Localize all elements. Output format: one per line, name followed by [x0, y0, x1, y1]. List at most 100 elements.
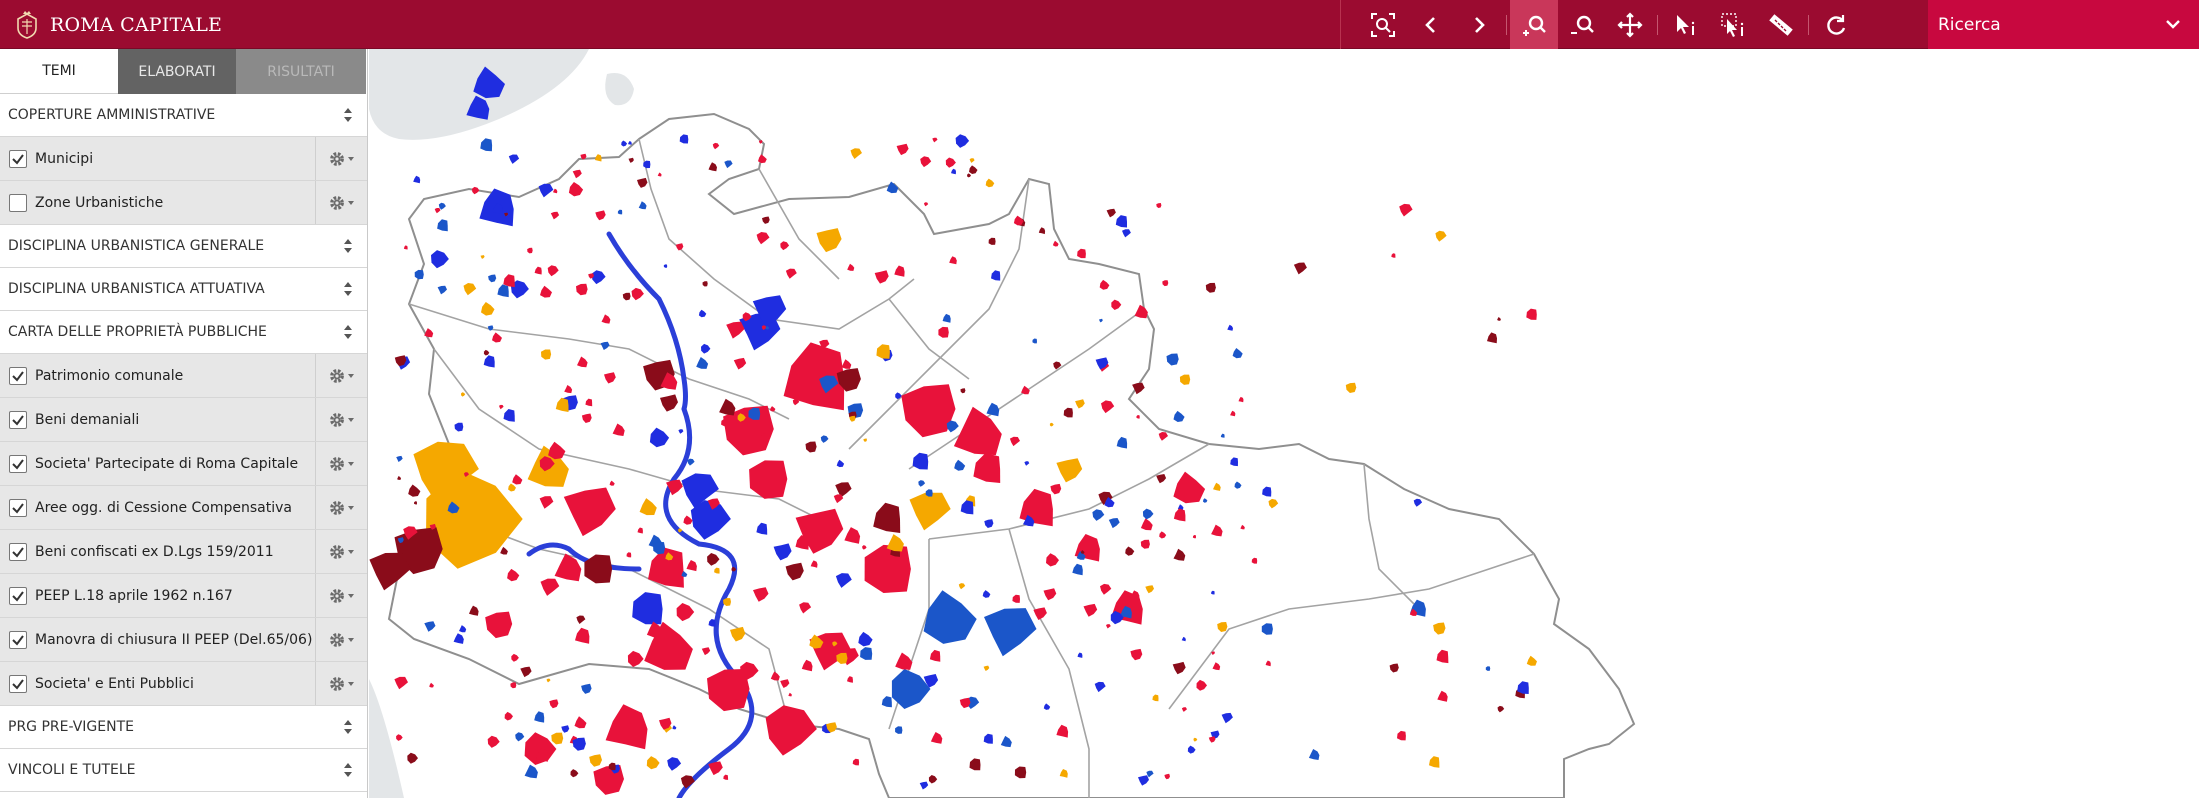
property-parcel[interactable] [955, 134, 970, 148]
property-parcel[interactable] [407, 752, 418, 764]
zoom-out-button[interactable] [1558, 0, 1606, 49]
property-parcel[interactable] [1179, 374, 1191, 385]
map-svg[interactable] [369, 49, 2199, 798]
property-parcel[interactable] [852, 758, 860, 766]
property-parcel[interactable] [581, 683, 592, 694]
property-parcel[interactable] [396, 455, 403, 462]
zoom-in-button[interactable] [1510, 0, 1558, 49]
layer-checkbox[interactable] [9, 410, 27, 429]
property-parcel[interactable] [667, 757, 682, 771]
layer-checkbox[interactable] [9, 366, 27, 385]
layer-settings-button[interactable] [315, 398, 367, 441]
property-parcel[interactable] [896, 143, 909, 156]
property-parcel[interactable] [414, 501, 417, 505]
layer-settings-button[interactable] [315, 574, 367, 617]
section-disciplina-attuativa[interactable]: DISCIPLINA URBANISTICA ATTUATIVA [0, 268, 367, 311]
section-vincoli-tutele[interactable]: VINCOLI E TUTELE [0, 749, 367, 792]
brand[interactable]: ROMA CAPITALE [14, 8, 222, 41]
layer-checkbox[interactable] [9, 630, 27, 649]
property-parcel[interactable] [394, 676, 408, 690]
section-disciplina-generale[interactable]: DISCIPLINA URBANISTICA GENERALE [0, 225, 367, 268]
property-parcel[interactable] [646, 756, 660, 770]
property-parcel[interactable] [969, 158, 975, 163]
layer-settings-button[interactable] [315, 137, 367, 180]
property-parcel[interactable] [1293, 262, 1307, 275]
property-parcel[interactable] [570, 769, 579, 778]
map-canvas[interactable] [369, 49, 2199, 798]
layer-settings-button[interactable] [315, 618, 367, 661]
property-parcel[interactable] [524, 764, 538, 779]
property-parcel[interactable] [1166, 353, 1179, 366]
tab-elaborati[interactable]: ELABORATI [118, 49, 236, 94]
property-parcel[interactable] [413, 175, 421, 184]
property-parcel[interactable] [1526, 308, 1537, 320]
property-parcel[interactable] [429, 682, 434, 688]
property-parcel[interactable] [408, 484, 421, 497]
property-parcel[interactable] [1391, 253, 1396, 258]
property-parcel[interactable] [546, 678, 551, 683]
section-coperture-amministrative[interactable]: COPERTURE AMMINISTRATIVE [0, 94, 367, 137]
property-parcel[interactable] [589, 754, 602, 767]
property-parcel[interactable] [1238, 396, 1244, 403]
property-parcel[interactable] [574, 716, 587, 729]
property-parcel[interactable] [608, 762, 616, 771]
property-parcel[interactable] [1162, 280, 1169, 287]
layer-checkbox[interactable] [9, 542, 27, 561]
property-parcel[interactable] [487, 735, 500, 748]
property-parcel[interactable] [932, 137, 938, 143]
property-parcel[interactable] [945, 157, 956, 168]
property-parcel[interactable] [414, 269, 424, 280]
property-parcel[interactable] [967, 173, 971, 178]
property-parcel[interactable] [1106, 208, 1116, 218]
property-parcel[interactable] [951, 168, 956, 175]
layer-checkbox[interactable] [9, 149, 27, 168]
layer-settings-button[interactable] [315, 662, 367, 705]
layer-settings-button[interactable] [315, 530, 367, 573]
property-parcel[interactable] [1345, 382, 1357, 393]
pan-button[interactable] [1606, 0, 1654, 49]
previous-view-button[interactable] [1407, 0, 1455, 49]
property-parcel[interactable] [1220, 433, 1225, 438]
layer-settings-button[interactable] [315, 486, 367, 529]
property-parcel[interactable] [985, 178, 995, 188]
property-parcel[interactable] [508, 154, 520, 164]
property-parcel[interactable] [551, 732, 564, 745]
property-parcel[interactable] [1115, 215, 1127, 228]
layer-checkbox[interactable] [9, 498, 27, 517]
property-parcel[interactable] [850, 148, 863, 159]
property-parcel[interactable] [1232, 348, 1243, 359]
layer-checkbox[interactable] [9, 454, 27, 473]
property-parcel[interactable] [1227, 324, 1233, 331]
property-parcel[interactable] [924, 202, 929, 207]
property-parcel[interactable] [397, 476, 401, 480]
layer-settings-button[interactable] [315, 442, 367, 485]
search-dropdown[interactable]: Ricerca [1928, 0, 2199, 49]
property-parcel[interactable] [1205, 282, 1216, 293]
refresh-button[interactable] [1812, 0, 1860, 49]
select-info-button[interactable] [1709, 0, 1757, 49]
property-parcel[interactable] [628, 141, 632, 145]
property-parcel[interactable] [672, 725, 677, 730]
property-parcel[interactable] [969, 165, 978, 174]
zoom-extent-button[interactable] [1359, 0, 1407, 49]
measure-button[interactable] [1757, 0, 1805, 49]
property-parcel[interactable] [515, 732, 525, 742]
property-parcel[interactable] [1435, 230, 1447, 242]
property-parcel[interactable] [1077, 248, 1086, 259]
next-view-button[interactable] [1455, 0, 1503, 49]
property-parcel[interactable] [1122, 229, 1131, 238]
property-feature[interactable] [605, 704, 648, 750]
property-parcel[interactable] [1487, 332, 1497, 344]
property-parcel[interactable] [1230, 410, 1236, 417]
layer-checkbox[interactable] [9, 674, 27, 693]
property-parcel[interactable] [920, 156, 932, 168]
layer-settings-button[interactable] [315, 354, 367, 397]
property-parcel[interactable] [549, 699, 559, 709]
property-parcel[interactable] [572, 737, 586, 751]
property-parcel[interactable] [510, 682, 517, 689]
property-parcel[interactable] [396, 734, 403, 741]
section-carta-proprieta-pubbliche[interactable]: CARTA DELLE PROPRIETÀ PUBBLICHE [0, 311, 367, 354]
layer-checkbox[interactable] [9, 193, 27, 212]
property-parcel[interactable] [1156, 203, 1162, 208]
tab-temi[interactable]: TEMI [0, 49, 118, 94]
